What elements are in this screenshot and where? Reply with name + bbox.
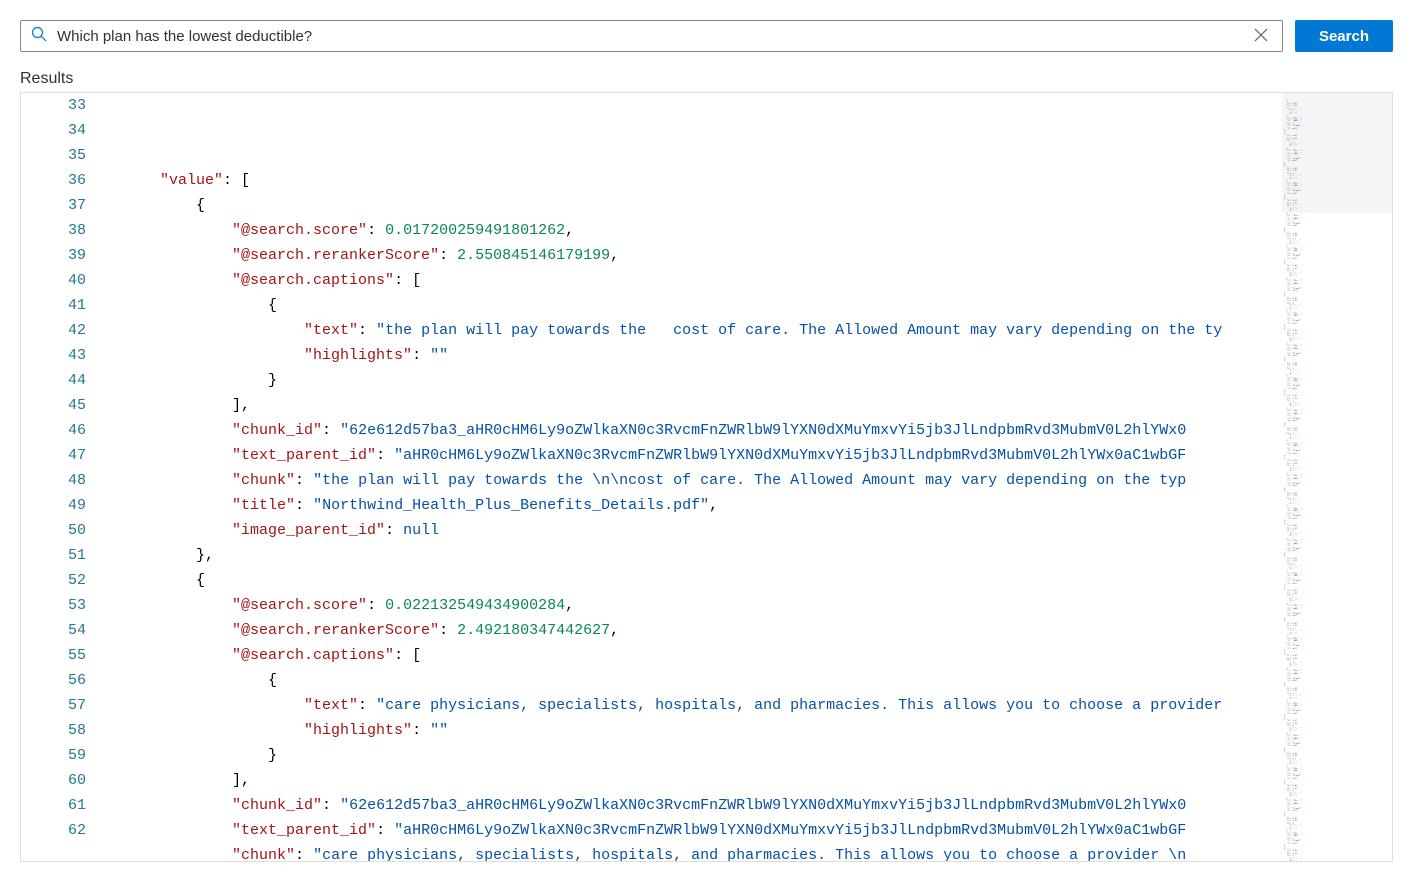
code-line[interactable]: },	[124, 543, 1282, 568]
line-number: 48	[21, 468, 86, 493]
code-line[interactable]: {	[124, 193, 1282, 218]
line-number-gutter: 3334353637383940414243444546474849505152…	[21, 93, 106, 861]
line-number: 54	[21, 618, 86, 643]
line-number: 43	[21, 343, 86, 368]
code-line[interactable]: {	[124, 293, 1282, 318]
minimap[interactable]: { "k": 0.01 "k": 2.55 "k": [ "t": "..." …	[1282, 93, 1392, 861]
line-number: 35	[21, 143, 86, 168]
line-number: 36	[21, 168, 86, 193]
line-number: 56	[21, 668, 86, 693]
line-number: 50	[21, 518, 86, 543]
line-number: 53	[21, 593, 86, 618]
code-line[interactable]: {	[124, 568, 1282, 593]
line-number: 55	[21, 643, 86, 668]
code-line[interactable]: "@search.rerankerScore": 2.4921803474426…	[124, 618, 1282, 643]
code-line[interactable]: "value": [	[124, 168, 1282, 193]
line-number: 61	[21, 793, 86, 818]
code-line[interactable]: "@search.captions": [	[124, 643, 1282, 668]
code-line[interactable]: "title": "Northwind_Health_Plus_Benefits…	[124, 493, 1282, 518]
code-line[interactable]: "highlights": ""	[124, 343, 1282, 368]
line-number: 41	[21, 293, 86, 318]
line-number: 59	[21, 743, 86, 768]
clear-search-button[interactable]	[1250, 24, 1272, 49]
search-input-container	[20, 20, 1283, 52]
line-number: 33	[21, 93, 86, 118]
search-button[interactable]: Search	[1295, 20, 1393, 52]
close-icon	[1254, 30, 1268, 45]
search-bar: Search	[20, 20, 1393, 52]
line-number: 42	[21, 318, 86, 343]
line-number: 58	[21, 718, 86, 743]
results-heading: Results	[20, 70, 1393, 88]
line-number: 57	[21, 693, 86, 718]
code-line[interactable]: {	[124, 668, 1282, 693]
code-line[interactable]: "image_parent_id": null	[124, 518, 1282, 543]
line-number: 62	[21, 818, 86, 843]
line-number: 39	[21, 243, 86, 268]
line-number: 45	[21, 393, 86, 418]
code-line[interactable]: "@search.score": 0.022132549434900284,	[124, 593, 1282, 618]
search-input[interactable]	[57, 28, 1250, 45]
line-number: 49	[21, 493, 86, 518]
code-line[interactable]: "text": "care physicians, specialists, h…	[124, 693, 1282, 718]
code-line[interactable]: "text_parent_id": "aHR0cHM6Ly9oZWlkaXN0c…	[124, 443, 1282, 468]
line-number: 40	[21, 268, 86, 293]
code-line[interactable]: "chunk": "care physicians, specialists, …	[124, 843, 1282, 861]
line-number: 47	[21, 443, 86, 468]
line-number: 37	[21, 193, 86, 218]
code-line[interactable]: "chunk_id": "62e612d57ba3_aHR0cHM6Ly9oZW…	[124, 793, 1282, 818]
line-number: 60	[21, 768, 86, 793]
line-number: 52	[21, 568, 86, 593]
code-line[interactable]: ],	[124, 393, 1282, 418]
code-line[interactable]: "chunk_id": "62e612d57ba3_aHR0cHM6Ly9oZW…	[124, 418, 1282, 443]
code-area[interactable]: "value": [ { "@search.score": 0.01720025…	[106, 93, 1282, 861]
code-line[interactable]: "highlights": ""	[124, 718, 1282, 743]
minimap-viewport[interactable]	[1282, 93, 1392, 213]
line-number: 44	[21, 368, 86, 393]
code-line[interactable]: }	[124, 743, 1282, 768]
code-line[interactable]: "@search.captions": [	[124, 268, 1282, 293]
fold-bar[interactable]	[106, 93, 124, 861]
line-number: 46	[21, 418, 86, 443]
json-editor[interactable]: 3334353637383940414243444546474849505152…	[20, 92, 1393, 862]
code-line[interactable]: }	[124, 368, 1282, 393]
code-line[interactable]: "@search.score": 0.017200259491801262,	[124, 218, 1282, 243]
search-icon	[31, 26, 57, 47]
line-number: 38	[21, 218, 86, 243]
code-line[interactable]: ],	[124, 768, 1282, 793]
code-line[interactable]: "chunk": "the plan will pay towards the …	[124, 468, 1282, 493]
code-line[interactable]: "text_parent_id": "aHR0cHM6Ly9oZWlkaXN0c…	[124, 818, 1282, 843]
code-line[interactable]: "text": "the plan will pay towards the c…	[124, 318, 1282, 343]
line-number: 51	[21, 543, 86, 568]
code-line[interactable]: "@search.rerankerScore": 2.5508451461791…	[124, 243, 1282, 268]
line-number: 34	[21, 118, 86, 143]
